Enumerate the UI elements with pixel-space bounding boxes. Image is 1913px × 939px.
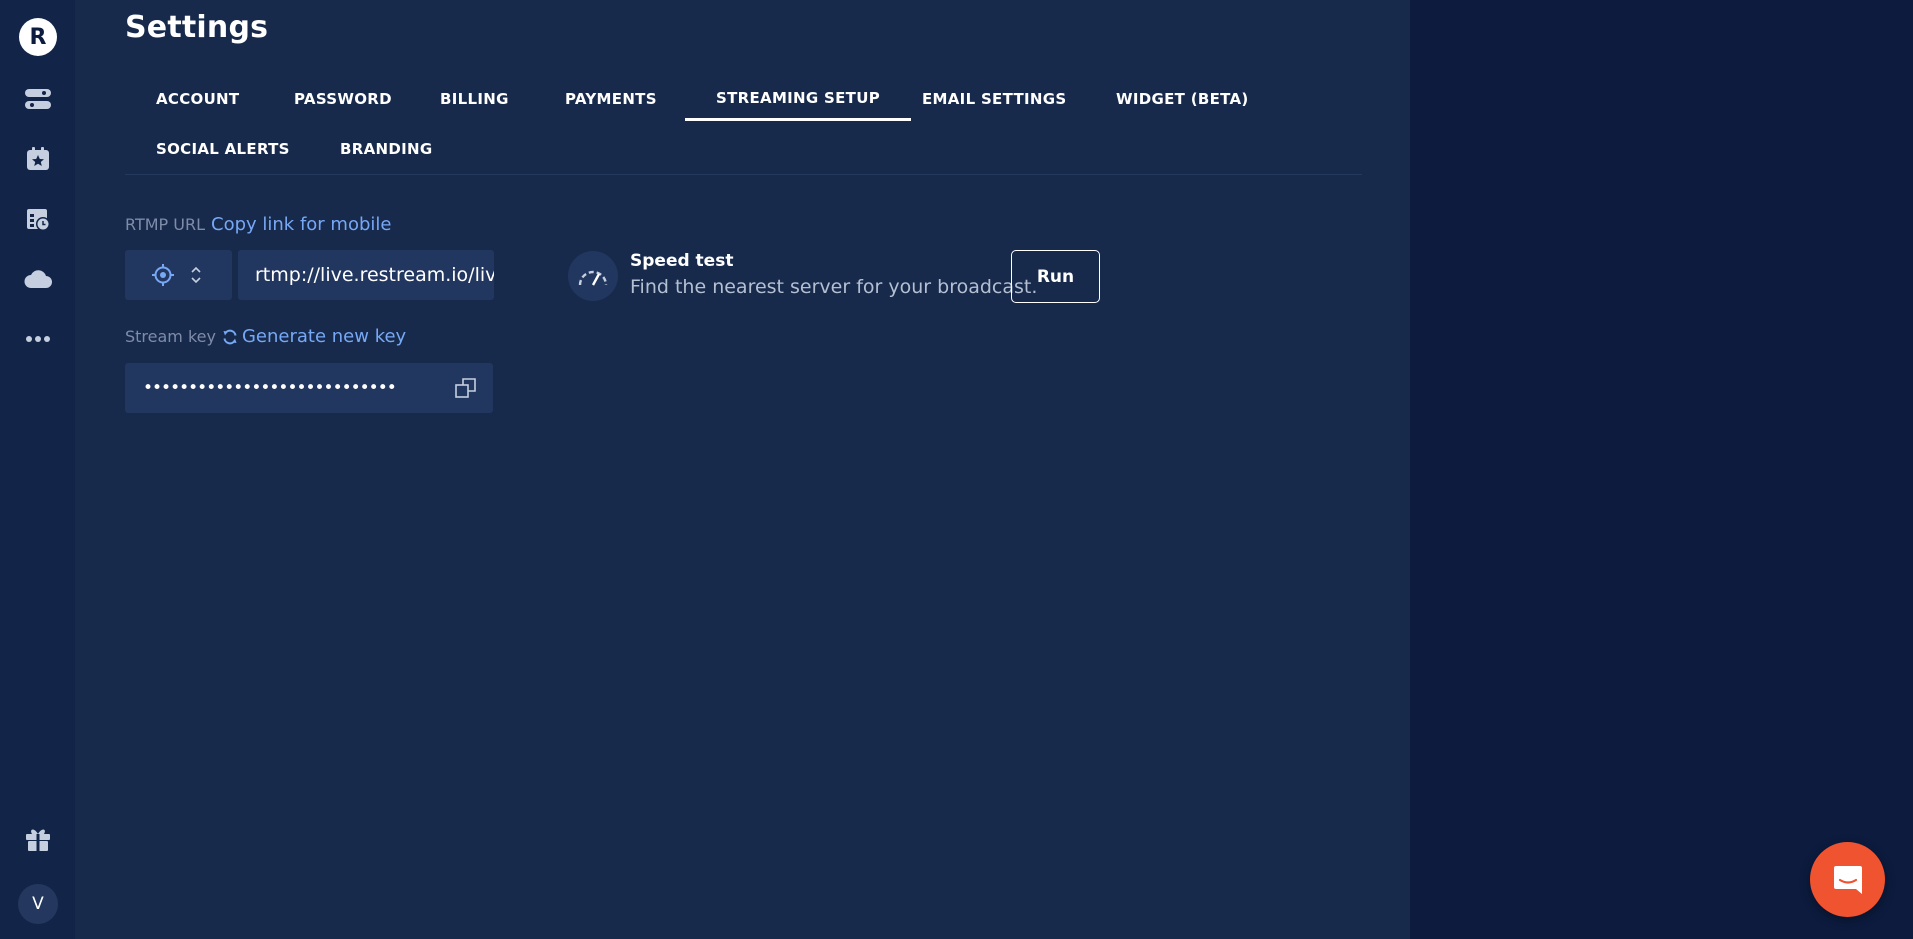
stream-key-row: Stream key Generate new key (125, 326, 406, 347)
stream-key-field[interactable]: •••••••••••••••••••••••••••• (125, 363, 493, 413)
restream-logo[interactable]: R (19, 18, 57, 56)
tab-billing[interactable]: BILLING (409, 77, 540, 121)
refresh-icon (222, 329, 238, 345)
rtmp-url-field[interactable]: rtmp://live.restream.io/live (238, 250, 494, 300)
settings-panel: Settings ACCOUNT PASSWORD BILLING PAYMEN… (75, 0, 1410, 939)
run-speed-test-button[interactable]: Run (1011, 250, 1100, 303)
tab-branding[interactable]: BRANDING (309, 127, 463, 171)
tab-password[interactable]: PASSWORD (263, 77, 423, 121)
chat-support-button[interactable] (1810, 842, 1885, 917)
tab-email-settings[interactable]: EMAIL SETTINGS (891, 77, 1097, 121)
chevron-up-down-icon (190, 265, 202, 285)
calendar-clock-icon[interactable] (18, 199, 58, 239)
calendar-star-icon[interactable] (18, 139, 58, 179)
server-select[interactable] (125, 250, 232, 300)
speed-test-subtitle: Find the nearest server for your broadca… (630, 276, 1038, 298)
tab-streaming-setup[interactable]: STREAMING SETUP (685, 77, 911, 121)
page-title: Settings (125, 10, 269, 45)
more-icon[interactable] (18, 319, 58, 359)
speedometer-icon (568, 251, 618, 301)
stream-key-value: •••••••••••••••••••••••••••• (143, 378, 397, 398)
tab-social-alerts[interactable]: SOCIAL ALERTS (125, 127, 321, 171)
cloud-icon[interactable] (18, 259, 58, 299)
tab-account[interactable]: ACCOUNT (125, 77, 270, 121)
tab-widget-beta[interactable]: WIDGET (BETA) (1085, 77, 1280, 121)
copy-icon[interactable] (453, 375, 479, 401)
stream-key-label: Stream key (125, 327, 216, 346)
stream-icon[interactable] (18, 79, 58, 119)
generate-new-key-label: Generate new key (241, 326, 407, 347)
tab-payments[interactable]: PAYMENTS (534, 77, 688, 121)
generate-new-key-link[interactable]: Generate new key (222, 326, 406, 347)
rtmp-url-row: RTMP URL Copy link for mobile (125, 214, 391, 235)
copy-mobile-link[interactable]: Copy link for mobile (211, 214, 391, 235)
tabs-divider (125, 174, 1362, 175)
app: R V Settings ACCOUNT PASSWORD BILLING PA… (0, 0, 1913, 939)
gift-icon[interactable] (18, 819, 58, 859)
rtmp-url-label: RTMP URL (125, 215, 206, 234)
speed-test-title: Speed test (630, 251, 734, 271)
user-avatar[interactable]: V (18, 884, 58, 924)
sidebar: R V (0, 0, 75, 939)
crosshair-icon (151, 263, 175, 287)
chat-icon (1831, 863, 1865, 897)
